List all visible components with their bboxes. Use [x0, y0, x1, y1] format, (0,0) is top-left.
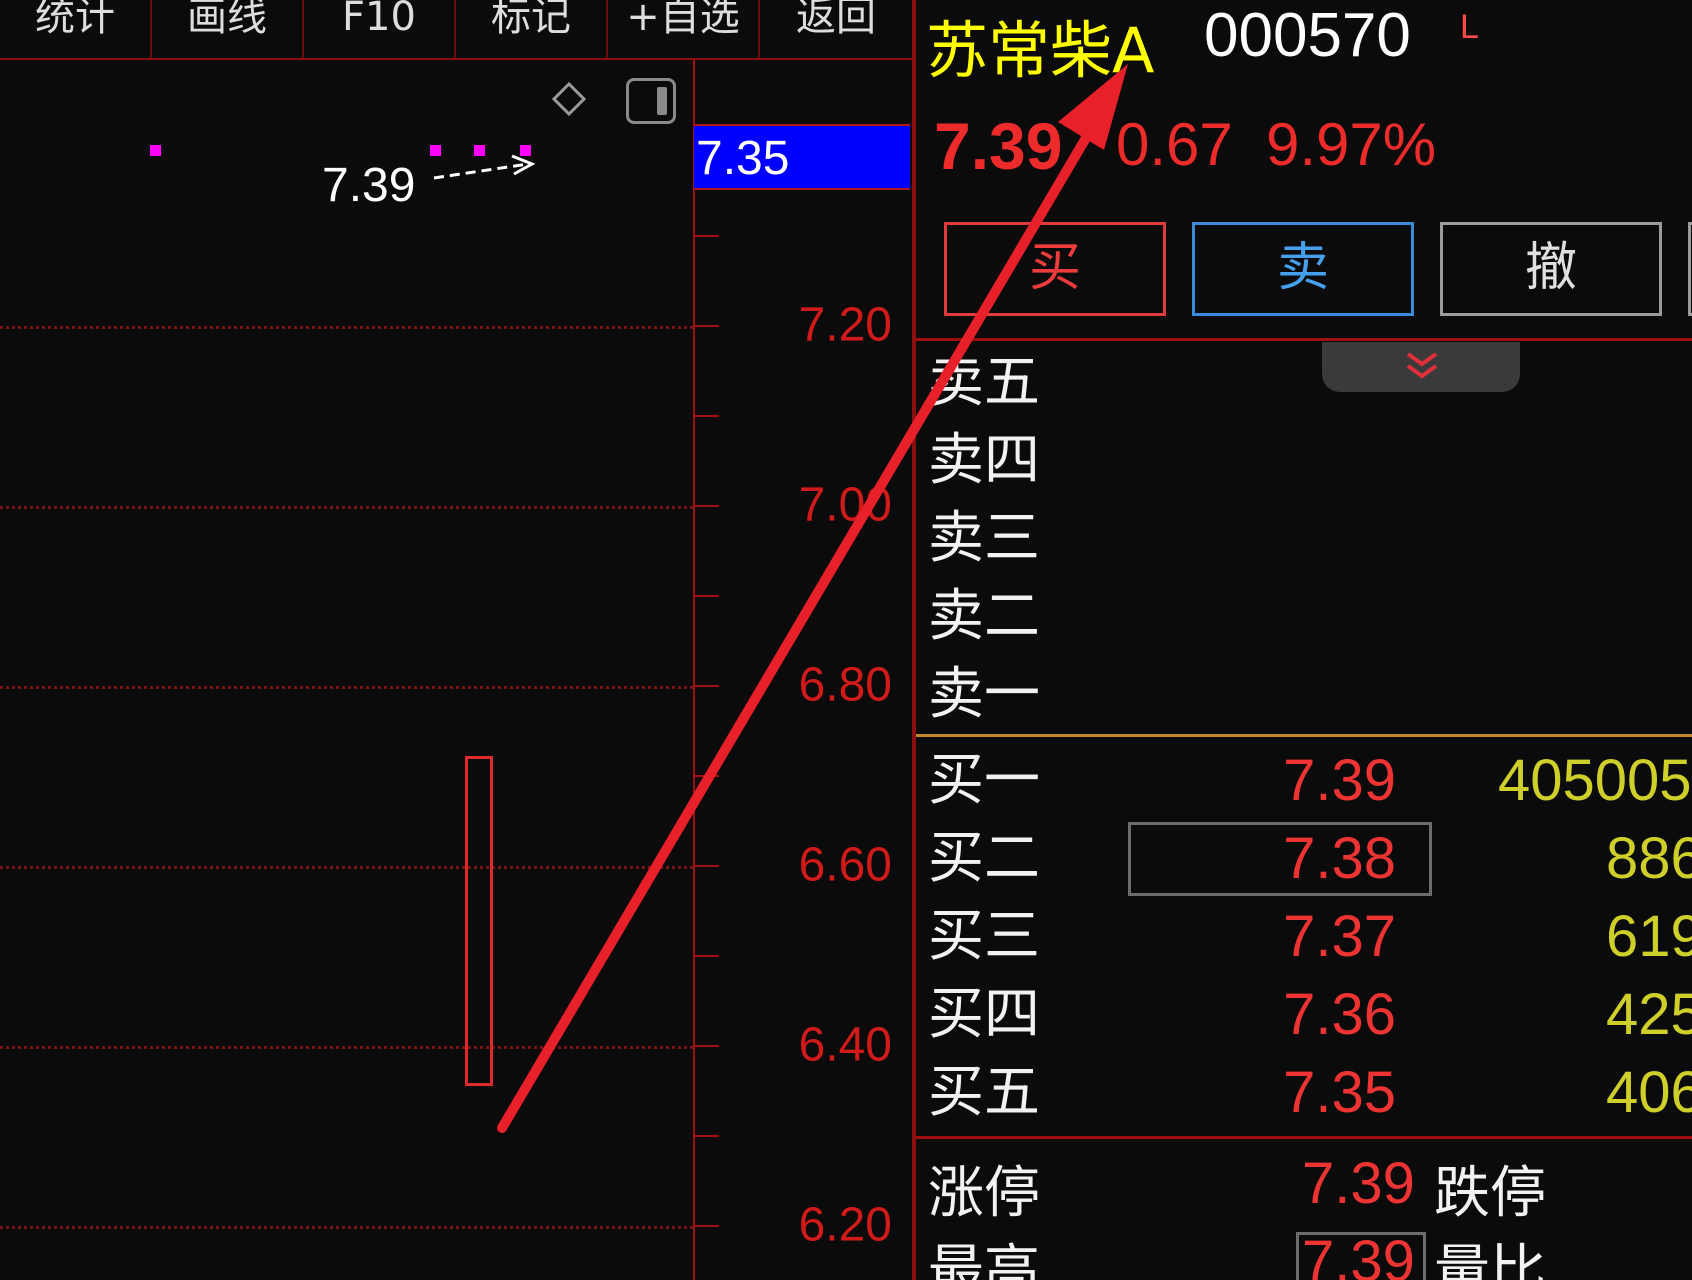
buy-button[interactable]: 买	[944, 222, 1166, 316]
axis-tick	[695, 1045, 719, 1047]
axis-label: 6.80	[798, 658, 892, 712]
bid-quantity: 406	[1606, 1060, 1692, 1125]
grid-line	[0, 686, 693, 689]
axis-tick	[695, 235, 719, 237]
axis-label: 7.20	[798, 298, 892, 352]
ask-level-label: 卖四	[928, 428, 1040, 493]
bid-row[interactable]: 买三 7.37 619	[916, 898, 1692, 976]
ask-row[interactable]: 卖四	[916, 422, 1692, 500]
bid-quantity: 619	[1606, 904, 1692, 969]
axis-tick	[695, 595, 719, 597]
bid-quantity: 425	[1606, 982, 1692, 1047]
bid-row[interactable]: 买四 7.36 425	[916, 976, 1692, 1054]
high-value: 7.39	[1302, 1229, 1415, 1280]
bid-quantity: 886	[1606, 826, 1692, 891]
axis-label: 6.40	[798, 1018, 892, 1072]
bid-price: 7.36	[1283, 982, 1396, 1047]
ask-row[interactable]: 卖二	[916, 578, 1692, 656]
bid-row[interactable]: 买一 7.39 405005	[916, 742, 1692, 820]
bid-price: 7.39	[1283, 748, 1396, 813]
price-change: 0.67	[1116, 111, 1233, 178]
bid-ask-divider	[916, 734, 1692, 737]
bid-price: 7.37	[1283, 904, 1396, 969]
axis-label: 7.00	[798, 478, 892, 532]
toolbar-mark-button[interactable]: 标记	[456, 0, 608, 58]
section-divider	[916, 1136, 1692, 1139]
stock-name: 苏常柴A	[926, 14, 1155, 87]
limit-up-value: 7.39	[1302, 1151, 1415, 1216]
axis-tick	[695, 505, 719, 507]
toolbar-statistics-button[interactable]: 统计	[0, 0, 152, 58]
ask-level-label: 卖三	[928, 506, 1040, 571]
toolbar-add-watchlist-button[interactable]: +自选	[608, 0, 760, 58]
panel-toggle-icon[interactable]	[626, 78, 676, 124]
ask-level-label: 卖五	[928, 350, 1040, 415]
section-divider	[916, 338, 1692, 341]
limit-up-marker	[150, 145, 161, 156]
grid-line	[0, 866, 693, 869]
bid-level-label: 买一	[928, 748, 1040, 813]
sell-button[interactable]: 卖	[1192, 222, 1414, 316]
bid-level-label: 买四	[928, 982, 1040, 1047]
price-change-percent: 9.97%	[1266, 111, 1437, 178]
price-axis: 7.20 7.00 6.80 6.60 6.40 6.20	[693, 60, 914, 1280]
limit-down-label: 跌停	[1434, 1161, 1546, 1226]
grid-line	[0, 326, 693, 329]
cancel-order-button[interactable]: 撤	[1440, 222, 1662, 316]
bid-price: 7.35	[1283, 1060, 1396, 1125]
market-flag: L	[1460, 8, 1479, 46]
ask-level-label: 卖一	[928, 662, 1040, 727]
more-actions-button[interactable]	[1688, 222, 1692, 316]
toolbar-back-button[interactable]: 返回	[760, 0, 912, 58]
bid-level-label: 买三	[928, 904, 1040, 969]
bid-price: 7.38	[1283, 826, 1396, 891]
axis-tick	[695, 685, 719, 687]
toolbar-draw-line-button[interactable]: 画线	[152, 0, 304, 58]
bid-level-label: 买二	[928, 826, 1040, 891]
volume-ratio-label: 量比	[1434, 1239, 1546, 1280]
axis-label: 6.20	[798, 1198, 892, 1252]
axis-tick	[695, 415, 719, 417]
stock-code: 000570	[1204, 1, 1411, 70]
axis-tick	[695, 865, 719, 867]
high-label: 最高	[928, 1239, 1040, 1280]
ask-row[interactable]: 卖一	[916, 656, 1692, 734]
bid-level-label: 买五	[928, 1060, 1040, 1125]
candlestick[interactable]	[465, 756, 493, 1086]
limit-up-label: 涨停	[928, 1161, 1040, 1226]
ask-row[interactable]: 卖三	[916, 500, 1692, 578]
bid-row[interactable]: 买二 7.38 886	[916, 820, 1692, 898]
current-price-tag: 7.35	[694, 124, 910, 190]
axis-tick	[695, 1135, 719, 1137]
axis-tick	[695, 955, 719, 957]
ask-level-label: 卖二	[928, 584, 1040, 649]
bid-row[interactable]: 买五 7.35 406	[916, 1054, 1692, 1132]
toolbar-f10-button[interactable]: F10	[304, 0, 456, 58]
ask-row[interactable]: 卖五	[916, 344, 1692, 422]
axis-tick	[695, 775, 719, 777]
quote-panel: 苏常柴A 000570 L 7.39 0.67 9.97% 买 卖 撤 卖五 卖…	[912, 0, 1692, 1280]
axis-tick	[695, 325, 719, 327]
grid-line	[0, 1046, 693, 1049]
diamond-icon[interactable]	[551, 81, 587, 117]
grid-line	[0, 506, 693, 509]
last-price-label: 7.39	[322, 159, 416, 212]
last-price: 7.39	[934, 109, 1063, 183]
kline-chart[interactable]	[0, 60, 693, 1280]
bid-quantity: 405005	[1498, 748, 1692, 813]
axis-tick	[695, 1225, 719, 1227]
axis-label: 6.60	[798, 838, 892, 892]
price-pointer-arrow-icon	[433, 154, 536, 180]
grid-line	[0, 1226, 693, 1229]
chart-toolbar: 统计 画线 F10 标记 +自选 返回	[0, 0, 912, 60]
